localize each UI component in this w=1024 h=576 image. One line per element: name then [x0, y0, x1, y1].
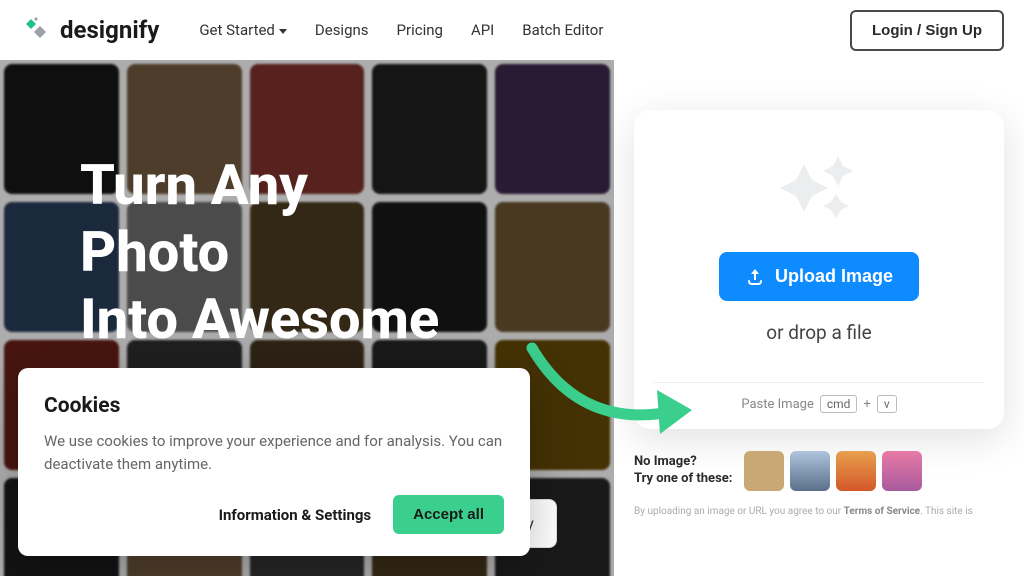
sample-thumb[interactable]	[882, 451, 922, 491]
nav: Get Started Designs Pricing API Batch Ed…	[199, 21, 603, 39]
upload-button[interactable]: Upload Image	[719, 252, 919, 301]
cookie-title: Cookies	[44, 394, 504, 418]
hero-line-3: Into Awesome	[80, 286, 439, 353]
cookie-actions: Information & Settings Accept all	[44, 495, 504, 534]
sparkles-icon	[774, 154, 864, 224]
key-cmd: cmd	[820, 395, 858, 413]
tos-link[interactable]: Terms of Service	[844, 506, 920, 517]
chevron-down-icon	[279, 29, 287, 34]
logo[interactable]: designify	[20, 14, 159, 46]
logo-text: designify	[60, 16, 159, 44]
cookie-info-link[interactable]: Information & Settings	[219, 506, 372, 524]
cookie-dialog: Cookies We use cookies to improve your e…	[18, 368, 530, 556]
paste-hint: Paste Image cmd + v	[654, 382, 984, 413]
logo-icon	[20, 14, 52, 46]
sample-thumb[interactable]	[790, 451, 830, 491]
cookie-body: We use cookies to improve your experienc…	[44, 430, 504, 475]
hero-line-1: Turn Any	[80, 152, 439, 219]
samples-text: No Image? Try one of these:	[634, 454, 732, 488]
hero-right: Upload Image or drop a file Paste Image …	[614, 60, 1024, 576]
nav-get-started[interactable]: Get Started	[199, 21, 287, 39]
sample-thumb[interactable]	[836, 451, 876, 491]
upload-icon	[745, 267, 765, 287]
drop-text: or drop a file	[766, 321, 871, 344]
nav-pricing[interactable]: Pricing	[397, 21, 443, 39]
nav-designs[interactable]: Designs	[315, 21, 369, 39]
hero-title: Turn Any Photo Into Awesome	[80, 152, 439, 354]
nav-api[interactable]: API	[471, 21, 494, 39]
disclaimer: By uploading an image or URL you agree t…	[634, 505, 1004, 519]
accept-cookies-button[interactable]: Accept all	[393, 495, 504, 534]
header: designify Get Started Designs Pricing AP…	[0, 0, 1024, 60]
key-v: v	[877, 395, 897, 413]
login-button[interactable]: Login / Sign Up	[850, 10, 1004, 51]
sample-row: No Image? Try one of these:	[634, 451, 1004, 491]
nav-batch-editor[interactable]: Batch Editor	[522, 21, 603, 39]
upload-card[interactable]: Upload Image or drop a file Paste Image …	[634, 110, 1004, 429]
sample-thumb[interactable]	[744, 451, 784, 491]
sample-thumbs	[744, 451, 922, 491]
hero-line-2: Photo	[80, 219, 439, 286]
